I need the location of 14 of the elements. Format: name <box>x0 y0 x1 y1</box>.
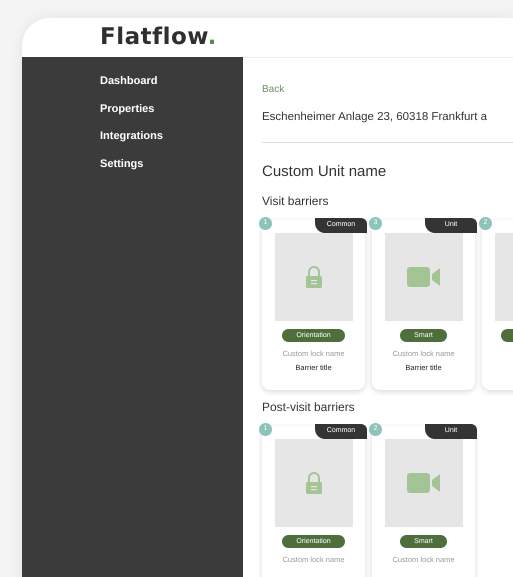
section-heading: Post-visit barriers <box>262 398 356 416</box>
nav-link[interactable]: Integrations <box>100 128 243 144</box>
lock-icon <box>304 266 322 288</box>
nav-link[interactable]: Settings <box>100 156 243 172</box>
section-heading: Visit barriers <box>262 192 330 210</box>
back-link[interactable]: Back <box>262 82 284 97</box>
video-camera-icon <box>406 472 440 493</box>
unit-heading: Custom Unit name <box>262 162 388 182</box>
nav-link[interactable]: Dashboard <box>100 73 243 90</box>
lock-icon <box>304 472 322 494</box>
address-text: Eschenheimer Anlage 23, 60318 Frankfurt a <box>262 110 488 125</box>
video-camera-icon <box>406 266 440 287</box>
logo: Flatflow. <box>100 23 217 52</box>
nav-link[interactable]: Properties <box>100 100 243 117</box>
